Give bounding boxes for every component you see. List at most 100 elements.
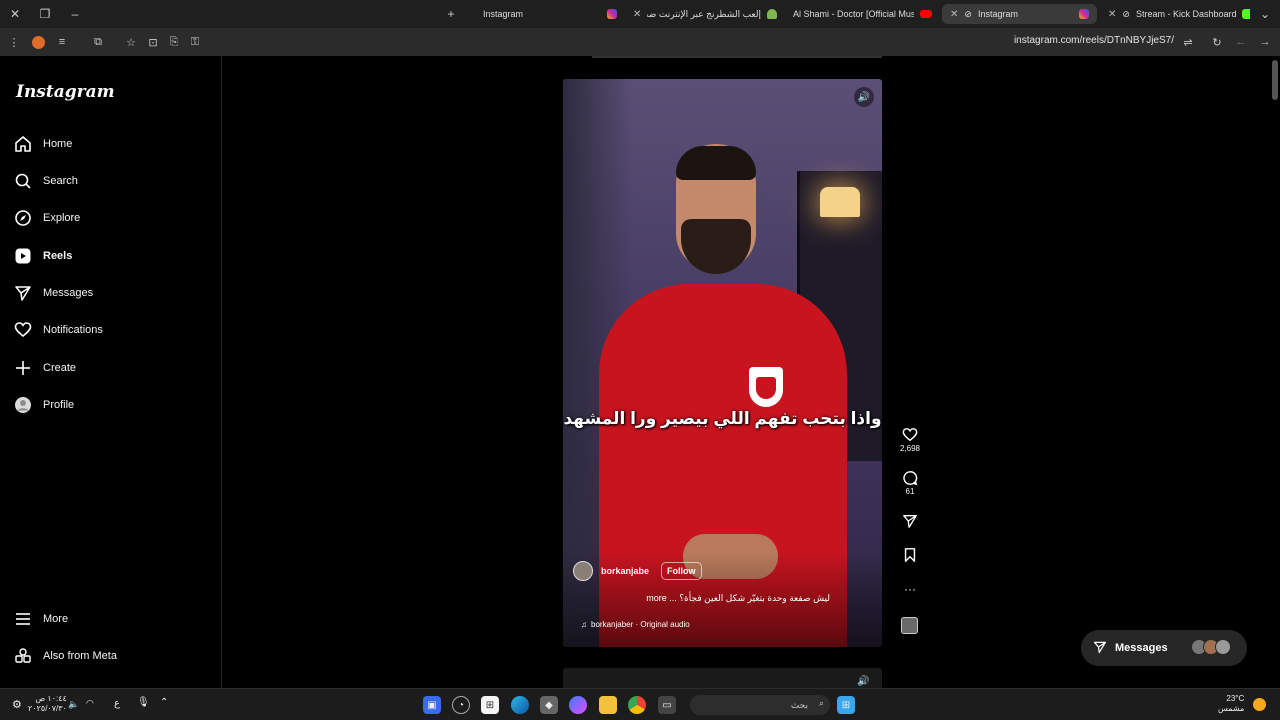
sidebar-item-notifications[interactable]: Notifications xyxy=(14,317,103,343)
menu-dots-icon[interactable]: ⋮ xyxy=(6,34,22,50)
tab-search-chevron-icon[interactable]: ⌄ xyxy=(1250,0,1280,28)
close-window-icon[interactable]: ✕ xyxy=(0,0,30,28)
sidebar-item-label: Also from Meta xyxy=(43,650,117,662)
instagram-page: Instagram Home Search Explore Reels Mess… xyxy=(0,56,1280,688)
address-bar[interactable]: instagram.com/reels/DTnNBYJjeS7/ xyxy=(1014,35,1174,46)
taskbar-app-icon[interactable]: ◔ xyxy=(452,696,470,714)
chess-favicon-icon xyxy=(767,9,777,19)
file-explorer-icon[interactable] xyxy=(599,696,617,714)
back-icon[interactable]: ← xyxy=(1233,34,1249,50)
next-reel-preview[interactable] xyxy=(563,668,882,688)
bookmark-star-icon[interactable]: ☆ xyxy=(123,34,139,50)
sidebar-item-label: Messages xyxy=(43,287,94,299)
paper-plane-icon xyxy=(1093,640,1107,657)
hamburger-menu-icon xyxy=(14,610,32,628)
sidebar-item-home[interactable]: Home xyxy=(14,131,72,157)
like-button[interactable]: 2,698 xyxy=(898,426,922,453)
sidebar-item-label: Create xyxy=(43,362,77,374)
sidebar-item-explore[interactable]: Explore xyxy=(14,205,80,231)
reel-author: borkanjabe Follow xyxy=(573,561,702,581)
restore-window-icon[interactable]: ❐ xyxy=(30,0,60,28)
settings-gear-icon[interactable]: ⚙ xyxy=(12,698,22,711)
clock[interactable]: ١٠:٤٤ ص ٢٠٢٥/٠٧/٣٠ xyxy=(28,694,67,714)
start-windows-icon[interactable]: ⊞ xyxy=(837,696,855,714)
messages-pill[interactable]: Messages xyxy=(1081,630,1247,666)
reading-list-icon[interactable]: ≡ xyxy=(54,34,70,50)
more-options-button[interactable]: ··· xyxy=(898,580,922,598)
chevron-up-icon[interactable]: ⌃ xyxy=(160,697,168,708)
weather[interactable]: 23°C مشمس xyxy=(1218,694,1244,714)
audio-label: borkanjaber · Original audio xyxy=(591,620,690,629)
sidebar-item-more[interactable]: More xyxy=(14,606,68,632)
tab-chess[interactable]: ✕ إلعب الشطرنج عبر الإنترنت ضد ک xyxy=(625,4,785,24)
heart-icon xyxy=(14,321,32,339)
browser-toolbar: ⋮ ≡ ⧉ ☆ ⊡ ⎘ ⚿ instagram.com/reels/DTnNBY… xyxy=(0,28,1280,56)
scrollbar-thumb[interactable] xyxy=(1272,60,1278,100)
more-dots-icon: ··· xyxy=(904,582,916,596)
heart-icon xyxy=(898,426,922,444)
tab-instagram-active[interactable]: ✕ ⊘ Instagram xyxy=(942,4,1097,24)
edge-icon[interactable] xyxy=(511,696,529,714)
sidebar-item-profile[interactable]: Profile xyxy=(14,392,74,418)
comment-button[interactable]: 61 xyxy=(898,469,922,496)
follow-button[interactable]: Follow xyxy=(661,562,702,580)
tab-title: Al Shami - Doctor [Official Mus xyxy=(793,9,914,19)
reel-video[interactable]: واذا بتحب تفهم اللي بيصير ورا المشهد 🔊 b… xyxy=(563,79,882,647)
close-tab-icon[interactable]: ✕ xyxy=(1108,9,1116,20)
taskbar-app-icon[interactable]: ▭ xyxy=(658,696,676,714)
paper-plane-icon xyxy=(898,512,922,530)
reel-description[interactable]: ليش صفعة وحدة بتغيّر شكل العين فجأة؟ ...… xyxy=(646,593,830,604)
reel-audio[interactable]: ♫ borkanjaber · Original audio xyxy=(581,620,690,629)
plus-icon xyxy=(14,359,32,377)
share-button[interactable] xyxy=(898,512,922,530)
link-icon: ⊘ xyxy=(964,8,972,19)
instagram-logo[interactable]: Instagram xyxy=(16,82,115,102)
extensions-puzzle-icon[interactable]: ⧉ xyxy=(90,34,106,50)
messages-pill-label: Messages xyxy=(1115,642,1168,654)
youtube-favicon-icon xyxy=(920,10,932,18)
taskbar-app-icon[interactable]: ◆ xyxy=(540,696,558,714)
password-key-icon[interactable]: ⚿ xyxy=(187,34,203,50)
kick-favicon-icon xyxy=(1242,9,1250,19)
sidebar-item-also-from-meta[interactable]: Also from Meta xyxy=(14,643,117,669)
close-tab-icon[interactable]: ✕ xyxy=(633,9,641,20)
instagram-favicon-icon xyxy=(607,9,617,19)
copilot-icon[interactable] xyxy=(569,696,587,714)
microphone-icon[interactable]: 🎙 xyxy=(137,697,150,708)
chrome-icon[interactable] xyxy=(628,696,646,714)
forward-icon[interactable]: → xyxy=(1257,34,1273,50)
avatar[interactable] xyxy=(573,561,593,581)
tab-instagram-1[interactable]: Instagram xyxy=(475,4,625,24)
save-button[interactable] xyxy=(898,546,922,564)
link-icon: ⊘ xyxy=(1122,8,1130,19)
reload-icon[interactable]: ↻ xyxy=(1209,34,1225,50)
page-scrollbar[interactable] xyxy=(1272,60,1278,680)
taskbar-search-input[interactable]: بحث ⌕ xyxy=(690,695,830,715)
weather-temp: 23°C xyxy=(1226,694,1245,703)
new-tab-icon[interactable]: + xyxy=(436,0,466,28)
sidebar-item-messages[interactable]: Messages xyxy=(14,280,93,306)
wifi-icon[interactable]: ◠ xyxy=(86,698,94,709)
cast-icon[interactable]: ⎘ xyxy=(166,34,182,50)
sidebar-item-search[interactable]: Search xyxy=(14,168,78,194)
sidebar: Instagram Home Search Explore Reels Mess… xyxy=(0,56,222,688)
tab-youtube[interactable]: Al Shami - Doctor [Official Mus xyxy=(785,4,940,24)
volume-icon[interactable]: 🔊 xyxy=(857,676,869,687)
comment-icon xyxy=(898,469,922,487)
store-icon[interactable]: ⊞ xyxy=(481,696,499,714)
screenshot-icon[interactable]: ⊡ xyxy=(145,34,161,50)
site-settings-icon[interactable]: ⇌ xyxy=(1180,34,1196,50)
author-username[interactable]: borkanjabe xyxy=(601,566,649,576)
audio-thumbnail[interactable] xyxy=(901,617,918,634)
volume-icon[interactable]: 🔊 xyxy=(854,87,874,107)
minimize-window-icon[interactable]: – xyxy=(60,0,90,28)
sidebar-item-reels[interactable]: Reels xyxy=(14,243,72,269)
clock-date: ٢٠٢٥/٠٧/٣٠ xyxy=(28,704,67,713)
tab-kick[interactable]: ✕ ⊘ Stream - Kick Dashboard xyxy=(1100,4,1250,24)
input-language[interactable]: ع xyxy=(114,698,120,709)
taskbar-app-icon[interactable]: ▣ xyxy=(423,696,441,714)
extension-badge-icon[interactable] xyxy=(30,34,46,50)
sidebar-item-create[interactable]: Create xyxy=(14,355,76,381)
close-tab-icon[interactable]: ✕ xyxy=(950,9,958,20)
volume-icon[interactable]: 🔈 xyxy=(68,699,79,710)
